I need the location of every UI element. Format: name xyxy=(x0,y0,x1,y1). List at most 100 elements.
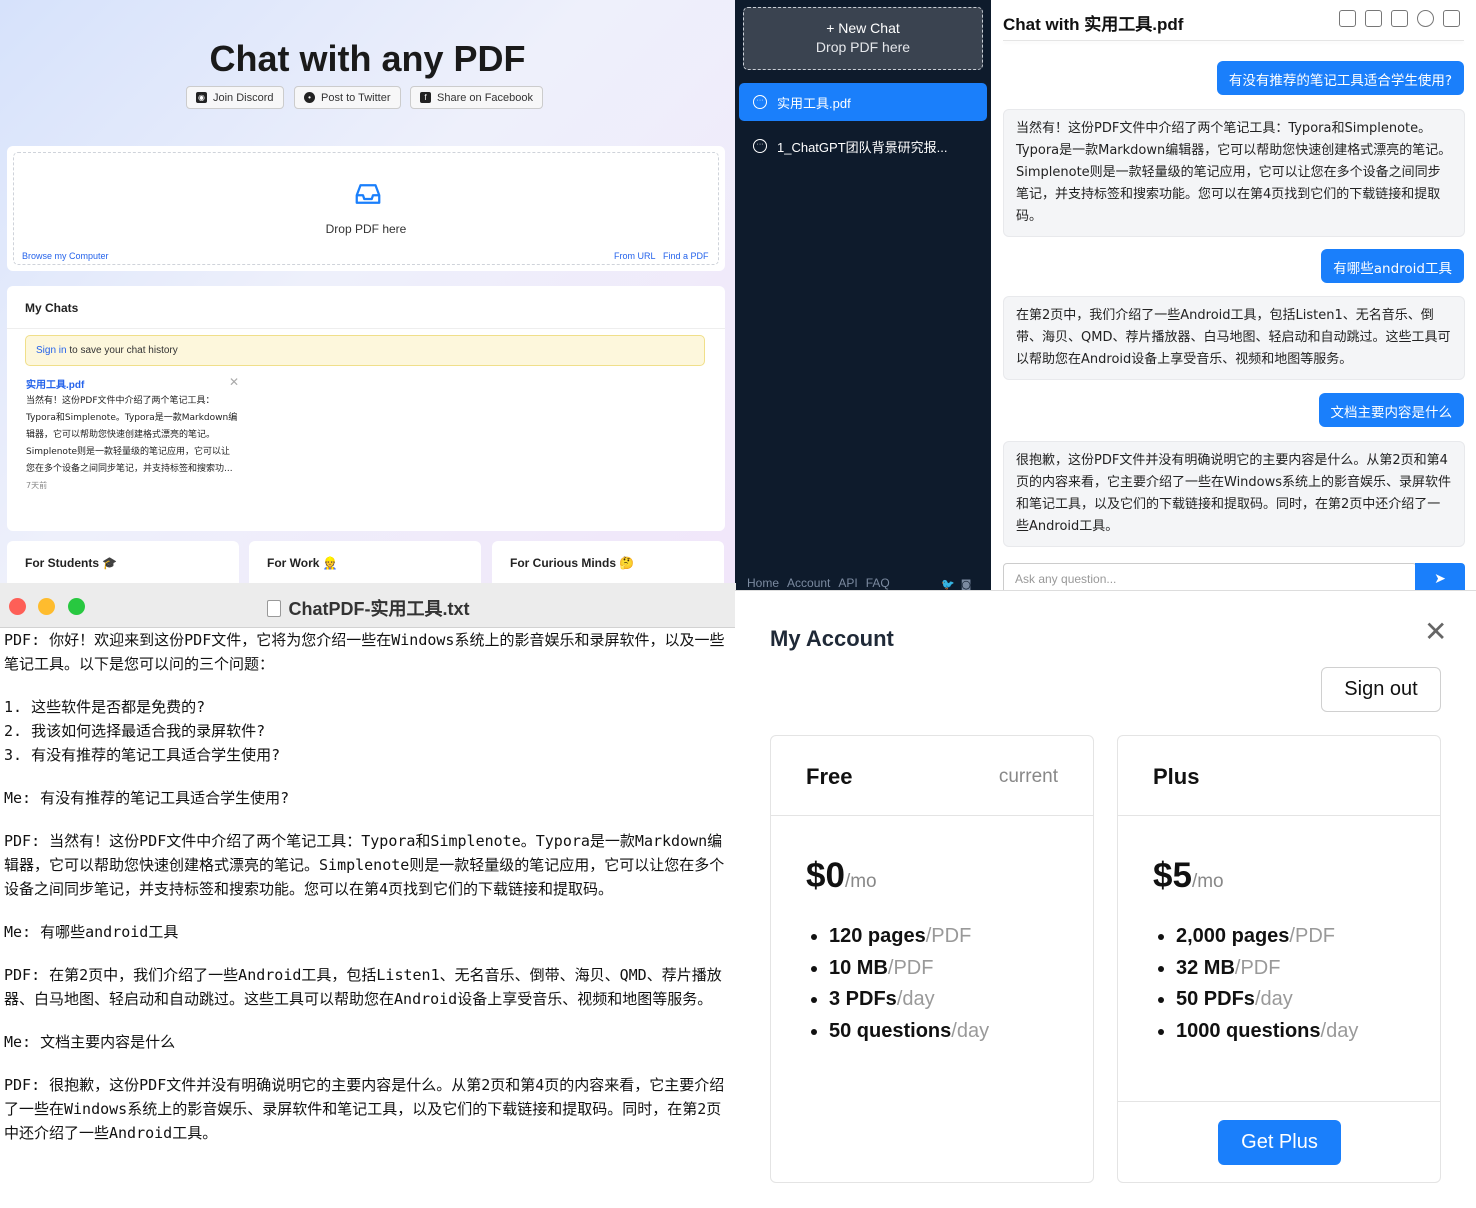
send-icon: ➤ xyxy=(1434,571,1446,587)
feature-list: 120 pages/PDF 10 MB/PDF 3 PDFs/day 50 qu… xyxy=(829,921,989,1047)
feature-value: 2,000 pages xyxy=(1176,925,1290,947)
sign-out-button[interactable]: Sign out xyxy=(1321,667,1441,712)
download-icon[interactable] xyxy=(1391,10,1408,27)
facebook-icon: f xyxy=(420,92,431,103)
footer-account-link[interactable]: Account xyxy=(787,576,830,590)
inbox-icon xyxy=(355,184,381,204)
feature-unit: /day xyxy=(951,1019,990,1042)
feature-value: 50 questions xyxy=(829,1019,952,1042)
share-icon[interactable] xyxy=(1339,10,1356,27)
feature-unit: /PDF xyxy=(925,925,972,947)
join-discord-button[interactable]: ◉ Join Discord xyxy=(186,86,284,109)
my-chats-card: My Chats Sign in to save your chat histo… xyxy=(7,286,725,531)
account-title: My Account xyxy=(770,626,894,651)
chat-item-date: 7天前 xyxy=(26,481,48,490)
sidebar-item-label: 1_ChatGPT团队背景研究报... xyxy=(777,139,948,155)
divider xyxy=(7,328,725,329)
text-content[interactable]: PDF: 你好！欢迎来到这份PDF文件，它将为您介绍一些在Windows系统上的… xyxy=(4,628,732,1164)
feature-unit: /day xyxy=(1254,988,1293,1010)
discord-icon[interactable]: ◙ xyxy=(961,578,972,590)
feature-value: 32 MB xyxy=(1176,956,1235,979)
chat-panel: Chat with 实用工具.pdf 有没有推荐的笔记工具适合学生使用? 当然有… xyxy=(991,0,1476,590)
plan-price: $0/mo xyxy=(806,856,877,896)
signin-link[interactable]: Sign in xyxy=(36,345,67,356)
text-paragraph: 1. 这些软件是否都是免费的? 2. 我该如何选择最适合我的录屏软件? 3. 有… xyxy=(4,698,281,764)
chat-sidebar: + New Chat Drop PDF here ··· 实用工具.pdf ··… xyxy=(735,0,991,590)
category-students[interactable]: For Students 🎓 xyxy=(7,541,239,583)
footer-faq-link[interactable]: FAQ xyxy=(866,576,890,590)
category-work[interactable]: For Work 👷 xyxy=(249,541,481,583)
feature-list: 2,000 pages/PDF 32 MB/PDF 50 PDFs/day 10… xyxy=(1176,921,1358,1047)
price-value: $0 xyxy=(806,856,845,895)
feature-item: 10 MB/PDF xyxy=(829,953,989,985)
chat-item-preview: 当然有！这份PDF文件中介绍了两个笔记工具：Typora和Simplenote。… xyxy=(26,396,238,474)
post-twitter-label: Post to Twitter xyxy=(321,91,391,104)
feature-value: 1000 questions xyxy=(1176,1019,1321,1042)
get-plus-button[interactable]: Get Plus xyxy=(1218,1120,1341,1165)
document-icon xyxy=(266,600,281,617)
new-chat-sub: Drop PDF here xyxy=(815,39,911,55)
plan-card-free: Free current $0/mo 120 pages/PDF 10 MB/P… xyxy=(770,735,1094,1183)
feature-value: 50 PDFs xyxy=(1176,988,1255,1010)
feature-unit: /PDF xyxy=(1234,956,1281,979)
feature-value: 10 MB xyxy=(829,956,888,979)
trash-icon[interactable] xyxy=(1443,10,1460,27)
my-chats-title: My Chats xyxy=(25,301,79,315)
user-message: 有哪些android工具 xyxy=(1321,249,1464,283)
pdf-message: 很抱歉，这份PDF文件并没有明确说明它的主要内容是什么。从第2页和第4页的内容来… xyxy=(1003,441,1465,547)
sidebar-item-chatgpt-report[interactable]: ··· 1_ChatGPT团队背景研究报... xyxy=(739,127,987,165)
footer-api-link[interactable]: API xyxy=(838,576,857,590)
find-pdf-link[interactable]: Find a PDF xyxy=(663,251,709,261)
text-paragraph: Me: 文档主要内容是什么 xyxy=(4,1033,176,1051)
category-curious[interactable]: For Curious Minds 🤔 xyxy=(492,541,724,583)
chat-title: Chat with 实用工具.pdf xyxy=(1003,15,1184,34)
text-paragraph: PDF: 很抱歉，这份PDF文件并没有明确说明它的主要内容是什么。从第2页和第4… xyxy=(4,1076,725,1142)
price-period: /mo xyxy=(844,871,877,892)
discord-icon: ◉ xyxy=(196,92,207,103)
chat-toolbar xyxy=(1339,10,1460,27)
new-chat-button[interactable]: + New Chat Drop PDF here xyxy=(743,7,983,70)
divider xyxy=(771,815,1093,816)
from-url-link[interactable]: From URL xyxy=(614,251,656,261)
account-modal: My Account ✕ Sign out Free current $0/mo… xyxy=(735,590,1476,1208)
text-paragraph: Me: 有哪些android工具 xyxy=(4,923,179,941)
window-title-text: ChatPDF-实用工具.txt xyxy=(288,599,470,619)
chat-history-item[interactable]: 实用工具.pdf 当然有！这份PDF文件中介绍了两个笔记工具：Typora和Si… xyxy=(26,376,238,491)
price-period: /mo xyxy=(1191,871,1224,892)
feature-item: 120 pages/PDF xyxy=(829,921,989,953)
refresh-icon[interactable] xyxy=(1417,10,1434,27)
divider xyxy=(1003,40,1464,41)
text-editor-window: ChatPDF-实用工具.txt PDF: 你好！欢迎来到这份PDF文件，它将为… xyxy=(0,583,736,1208)
sidebar-item-label: 实用工具.pdf xyxy=(777,95,851,111)
footer-home-link[interactable]: Home xyxy=(747,576,779,590)
send-button[interactable]: ➤ xyxy=(1415,563,1465,590)
edit-icon[interactable] xyxy=(1365,10,1382,27)
price-value: $5 xyxy=(1153,856,1192,895)
feature-item: 3 PDFs/day xyxy=(829,984,989,1016)
plan-card-plus: Plus $5/mo 2,000 pages/PDF 32 MB/PDF 50 … xyxy=(1117,735,1441,1183)
post-twitter-button[interactable]: • Post to Twitter xyxy=(294,86,401,109)
feature-item: 50 PDFs/day xyxy=(1176,984,1358,1016)
close-icon[interactable]: ✕ xyxy=(1424,615,1447,648)
window-titlebar: ChatPDF-实用工具.txt xyxy=(0,583,736,628)
sidebar-item-active-pdf[interactable]: ··· 实用工具.pdf xyxy=(739,83,987,121)
close-icon[interactable]: ✕ xyxy=(229,375,239,389)
chat-bubble-icon: ··· xyxy=(753,95,767,109)
chat-item-title: 实用工具.pdf xyxy=(26,380,85,391)
text-paragraph: PDF: 当然有！这份PDF文件中介绍了两个笔记工具：Typora和Simple… xyxy=(4,832,725,898)
feature-value: 3 PDFs xyxy=(829,988,897,1010)
text-paragraph: Me: 有没有推荐的笔记工具适合学生使用? xyxy=(4,789,290,807)
browse-computer-link[interactable]: Browse my Computer xyxy=(22,251,109,261)
sidebar-social-icons: 🐦 ◙ xyxy=(941,578,971,590)
text-paragraph: PDF: 你好！欢迎来到这份PDF文件，它将为您介绍一些在Windows系统上的… xyxy=(4,631,725,673)
text-paragraph: PDF: 在第2页中，我们介绍了一些Android工具，包括Listen1、无名… xyxy=(4,966,722,1008)
question-input[interactable]: Ask any question... xyxy=(1003,563,1417,590)
feature-unit: /day xyxy=(896,988,935,1010)
share-facebook-button[interactable]: f Share on Facebook xyxy=(410,86,544,109)
divider xyxy=(1118,1101,1440,1102)
plan-price: $5/mo xyxy=(1153,856,1224,896)
pdf-dropzone[interactable]: Drop PDF here Browse my Computer From UR… xyxy=(7,146,725,271)
feature-item: 50 questions/day xyxy=(829,1016,989,1048)
join-discord-label: Join Discord xyxy=(213,91,274,104)
twitter-icon[interactable]: 🐦 xyxy=(941,578,955,590)
